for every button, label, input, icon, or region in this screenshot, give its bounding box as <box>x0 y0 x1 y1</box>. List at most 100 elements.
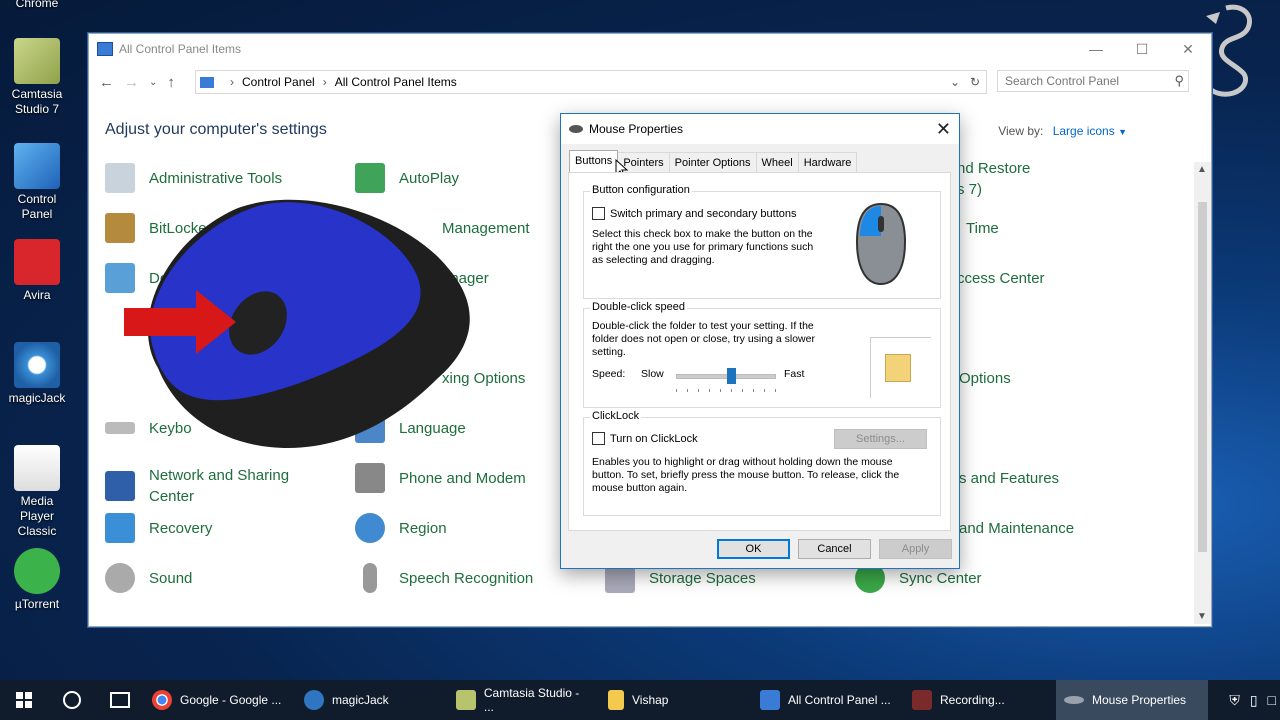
cortana-circle-icon <box>63 691 81 709</box>
tab-wheel[interactable]: Wheel <box>755 152 799 174</box>
double-click-speed-group: Double-click speed Double-click the fold… <box>583 301 941 408</box>
recent-dropdown-icon[interactable]: ⌄ <box>149 77 157 91</box>
item-programs-features[interactable]: s and Features <box>959 465 1059 491</box>
item-date-time[interactable]: Time <box>966 215 999 241</box>
desktop-icon-control-panel[interactable]: Control Panel <box>4 143 70 222</box>
page-heading: Adjust your computer's settings <box>105 121 327 138</box>
cancel-button[interactable]: Cancel <box>798 539 871 559</box>
clicklock-description: Enables you to highlight or drag without… <box>592 456 900 494</box>
task-view-button[interactable] <box>96 680 144 720</box>
checkbox-box[interactable] <box>592 432 605 445</box>
desktop-icon-utorrent[interactable]: µTorrent <box>4 548 70 612</box>
camtasia-icon <box>456 690 476 710</box>
scrollbar-thumb[interactable] <box>1198 202 1207 552</box>
vertical-scrollbar[interactable]: ▲ ▼ <box>1194 162 1211 624</box>
shield-icon[interactable]: ⛨ <box>1229 692 1240 709</box>
mouse-icon <box>569 125 583 133</box>
address-dropdown-icon[interactable]: ⌄ <box>950 75 960 89</box>
buttons-tab-panel: Button configuration Switch primary and … <box>568 172 951 531</box>
start-button[interactable] <box>0 680 48 720</box>
clicklock-settings-button[interactable]: Settings... <box>834 429 927 449</box>
item-sound[interactable]: Sound <box>105 563 192 593</box>
recovery-icon <box>105 513 135 543</box>
windows-logo-icon <box>16 692 32 708</box>
checkbox-box[interactable] <box>592 207 605 220</box>
item-autoplay[interactable]: AutoPlay <box>355 163 459 193</box>
forward-arrow-icon[interactable]: → <box>124 74 139 91</box>
test-folder-area[interactable] <box>870 337 931 398</box>
autoplay-icon <box>355 163 385 193</box>
microphone-icon <box>363 563 377 593</box>
usb-icon[interactable]: ▯ <box>1250 692 1258 709</box>
group-legend: Button configuration <box>590 184 692 196</box>
address-bar[interactable]: › Control Panel › All Control Panel Item… <box>195 70 987 94</box>
camtasia-icon <box>14 38 60 84</box>
search-icon[interactable]: ⚲ <box>1174 73 1184 89</box>
up-arrow-icon[interactable]: ↑ <box>167 74 175 91</box>
item-ease-of-access[interactable]: ccess Center <box>957 265 1045 291</box>
scroll-up-icon[interactable]: ▲ <box>1197 164 1207 175</box>
view-by: View by: Large icons ▼ <box>998 124 1127 138</box>
desktop-icon-camtasia[interactable]: Camtasia Studio 7 <box>4 38 70 117</box>
taskbar: Google - Google ... magicJack Camtasia S… <box>0 680 1280 720</box>
button-configuration-group: Button configuration Switch primary and … <box>583 184 941 299</box>
item-backup-restore-win7[interactable]: s 7) <box>957 176 982 202</box>
close-button[interactable]: ✕ <box>1165 34 1211 64</box>
desktop-icon-chrome[interactable]: Chrome <box>4 0 70 11</box>
tab-pointer-options[interactable]: Pointer Options <box>668 152 757 174</box>
media-player-icon <box>14 445 60 491</box>
control-panel-icon <box>760 690 780 710</box>
slider-thumb[interactable] <box>726 368 736 384</box>
item-speech-recognition[interactable]: Speech Recognition <box>355 563 533 593</box>
maximize-button[interactable]: ☐ <box>1119 34 1165 64</box>
desktop-icon-media-player-classic[interactable]: Media Player Classic <box>4 445 70 539</box>
ok-button[interactable]: OK <box>717 539 790 559</box>
close-icon[interactable]: ✕ <box>936 119 951 140</box>
scroll-down-icon[interactable]: ▼ <box>1197 611 1207 622</box>
breadcrumb-control-panel[interactable]: Control Panel <box>242 75 315 89</box>
magicjack-icon <box>304 690 324 710</box>
back-arrow-icon[interactable]: ← <box>99 74 114 91</box>
clicklock-checkbox[interactable]: Turn on ClickLock <box>592 432 698 445</box>
taskbar-item-vishap[interactable]: Vishap <box>600 680 752 720</box>
view-by-dropdown[interactable]: Large icons <box>1053 124 1115 138</box>
chevron-right-icon: › <box>322 75 327 89</box>
recording-icon <box>912 690 932 710</box>
taskbar-item-recording[interactable]: Recording... <box>904 680 1056 720</box>
window-title: All Control Panel Items <box>119 42 242 56</box>
window-buttons: — ☐ ✕ <box>1073 34 1211 64</box>
item-network-sharing[interactable]: Network and Sharing Center <box>105 465 309 507</box>
item-security-maintenance[interactable]: and Maintenance <box>959 515 1074 541</box>
tab-hardware[interactable]: Hardware <box>797 152 858 174</box>
taskbar-item-camtasia[interactable]: Camtasia Studio - ... <box>448 680 600 720</box>
cortana-button[interactable] <box>48 680 96 720</box>
double-click-slider[interactable] <box>676 368 776 393</box>
notification-icon[interactable]: □ <box>1268 692 1276 708</box>
desktop-icon-magicjack[interactable]: magicJack <box>4 342 70 406</box>
folder-icon[interactable] <box>885 354 911 382</box>
network-icon <box>105 471 135 501</box>
item-phone-modem[interactable]: Phone and Modem <box>355 463 526 493</box>
desktop-icon-avira[interactable]: Avira <box>4 239 70 303</box>
apply-button[interactable]: Apply <box>879 539 952 559</box>
breadcrumb-all-items[interactable]: All Control Panel Items <box>335 75 457 89</box>
folder-icon <box>608 690 624 710</box>
taskbar-item-control-panel[interactable]: All Control Panel ... <box>752 680 904 720</box>
group-legend: Double-click speed <box>590 301 687 313</box>
item-internet-options[interactable]: Options <box>959 365 1011 391</box>
mouse-icon <box>1064 696 1084 704</box>
fast-label: Fast <box>784 368 805 380</box>
item-administrative-tools[interactable]: Administrative Tools <box>105 163 282 193</box>
chevron-down-icon[interactable]: ▼ <box>1118 127 1127 137</box>
switch-buttons-checkbox[interactable]: Switch primary and secondary buttons <box>592 207 796 220</box>
taskbar-item-magicjack[interactable]: magicJack <box>296 680 448 720</box>
button-config-description: Select this check box to make the button… <box>592 228 814 266</box>
taskbar-item-chrome[interactable]: Google - Google ... <box>144 680 296 720</box>
minimize-button[interactable]: — <box>1073 34 1119 64</box>
item-recovery[interactable]: Recovery <box>105 513 212 543</box>
item-region[interactable]: Region <box>355 513 447 543</box>
taskbar-item-mouse-properties[interactable]: Mouse Properties <box>1056 680 1208 720</box>
search-input[interactable]: Search Control Panel ⚲ <box>997 70 1189 92</box>
desktop-icon-label: µTorrent <box>14 597 60 611</box>
refresh-icon[interactable]: ↻ <box>970 75 980 89</box>
